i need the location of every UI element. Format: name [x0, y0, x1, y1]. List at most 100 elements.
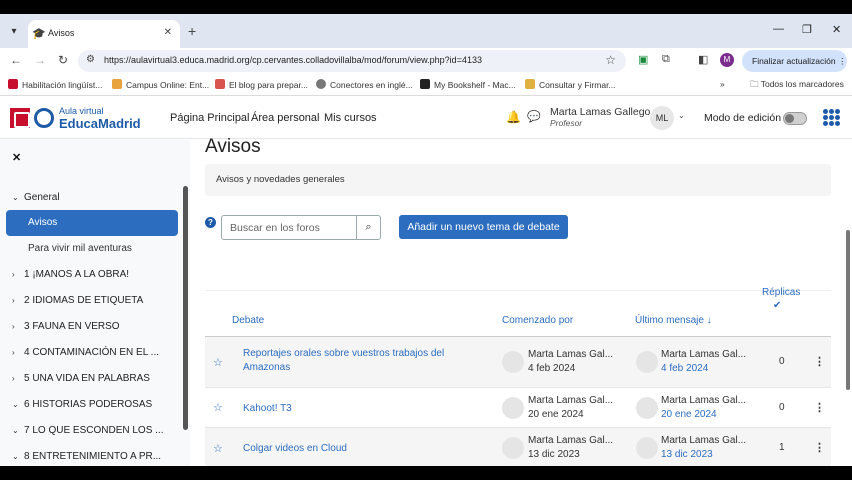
messages-chat-icon[interactable]: 💬 — [527, 110, 541, 123]
section-3[interactable]: › 3 FAUNA EN VERSO — [12, 321, 120, 332]
last-post-date[interactable]: 4 feb 2024 — [661, 363, 708, 374]
new-tab-button[interactable]: + — [188, 23, 196, 39]
restore-icon[interactable]: ❐ — [802, 23, 812, 36]
more-actions-icon[interactable]: ⋮ — [814, 355, 825, 368]
bookmark-item[interactable]: Consultar y Firmar... — [525, 79, 616, 90]
tab-title: Avisos — [48, 28, 75, 38]
nav-my-courses[interactable]: Mis cursos — [324, 112, 377, 124]
search-icon[interactable]: ⌕ — [356, 216, 380, 239]
user-name[interactable]: Marta Lamas Gallego — [550, 106, 650, 118]
tab-search-chevron-icon[interactable]: ▾ — [6, 24, 22, 40]
chevron-right-icon: › — [12, 348, 15, 357]
notifications-bell-icon[interactable]: 🔔 — [506, 110, 521, 124]
update-button[interactable]: Finalizar actualización ⋮ — [742, 50, 847, 72]
bookmark-label: Consultar y Firmar... — [539, 80, 616, 90]
extension-icon[interactable]: ▣ — [638, 53, 648, 66]
bookmark-label: El blog para prepar... — [229, 80, 308, 90]
star-icon[interactable]: ☆ — [213, 401, 223, 414]
add-discussion-button[interactable]: Añadir un nuevo tema de debate — [399, 215, 568, 239]
replies-count: 1 — [779, 442, 785, 453]
section-label: 3 FAUNA EN VERSO — [24, 321, 120, 332]
user-menu-chevron-icon[interactable]: ⌄ — [678, 111, 685, 120]
bookmark-label: Campus Online: Ent... — [126, 80, 210, 90]
section-label: 2 IDIOMAS DE ETIQUETA — [24, 295, 144, 306]
section-general[interactable]: ⌄ General — [12, 192, 60, 203]
close-tab-icon[interactable]: ✕ — [164, 27, 172, 38]
help-icon[interactable]: ? — [205, 217, 216, 228]
col-header-last-post[interactable]: Último mensaje ↓ — [635, 315, 712, 326]
section-label: 8 ENTRETENIMIENTO A PR... — [24, 451, 162, 462]
bookmark-item[interactable]: My Bookshelf - Mac... — [420, 79, 516, 90]
section-5[interactable]: › 5 UNA VIDA EN PALABRAS — [12, 373, 150, 384]
discussion-title[interactable]: Reportajes orales sobre vuestros trabajo… — [243, 347, 473, 375]
close-drawer-icon[interactable]: ✕ — [12, 151, 21, 164]
main-content: Avisos Avisos y novedades generales ? Bu… — [190, 136, 852, 466]
nav-dashboard[interactable]: Área personal — [251, 112, 320, 124]
discussion-title[interactable]: Colgar videos en Cloud — [243, 442, 473, 456]
page-scrollbar[interactable] — [846, 230, 850, 390]
last-post-date[interactable]: 13 dic 2023 — [661, 449, 713, 460]
address-bar[interactable]: ⚙ https://aulavirtual3.educa.madrid.org/… — [78, 50, 626, 72]
section-1[interactable]: › 1 ¡MANOS A LA OBRA! — [12, 269, 129, 280]
checkmark-icon: ✔ — [773, 300, 782, 311]
bookmark-label: My Bookshelf - Mac... — [434, 80, 516, 90]
community-madrid-logo[interactable] — [10, 108, 30, 128]
col-header-replies[interactable]: Réplicas — [762, 287, 800, 298]
replies-count: 0 — [779, 356, 785, 367]
forum-description-box: Avisos y novedades generales — [205, 164, 831, 196]
course-index-drawer: ✕ ⌄ General Avisos Para vivir mil aventur… — [0, 140, 190, 466]
bookmarks-bar: Habilitación lingüíst... Campus Online: … — [0, 74, 852, 96]
all-bookmarks-item[interactable]: 🗀 Todos los marcadores — [750, 79, 844, 93]
more-actions-icon[interactable]: ⋮ — [814, 401, 825, 414]
section-4[interactable]: › 4 CONTAMINACIÓN EN EL ... — [12, 347, 159, 358]
logo-subtitle: Aula virtual — [59, 106, 104, 116]
reload-icon[interactable]: ↻ — [58, 53, 68, 67]
section-2[interactable]: › 2 IDIOMAS DE ETIQUETA — [12, 295, 143, 306]
extensions-puzzle-icon[interactable]: ⧉ — [662, 53, 670, 66]
bookmark-favicon-icon — [112, 79, 122, 89]
close-window-icon[interactable]: ✕ — [832, 23, 841, 36]
search-input[interactable]: Buscar en los foros — [230, 222, 320, 234]
bookmark-star-icon[interactable]: ☆ — [605, 53, 616, 67]
avatar — [636, 437, 658, 459]
discussion-title[interactable]: Kahoot! T3 — [243, 402, 473, 416]
star-icon[interactable]: ☆ — [213, 442, 223, 455]
logo-title[interactable]: EducaMadrid — [59, 116, 141, 131]
last-post-date[interactable]: 20 ene 2024 — [661, 409, 717, 420]
all-bookmarks-label: Todos los marcadores — [760, 79, 844, 89]
start-date: 13 dic 2023 — [528, 449, 580, 460]
star-icon[interactable]: ☆ — [213, 356, 223, 369]
sidebar-item-para-vivir[interactable]: Para vivir mil aventuras — [28, 243, 132, 254]
bookmark-item[interactable]: Habilitación lingüíst... — [8, 79, 102, 90]
apps-grid-icon[interactable] — [823, 109, 840, 126]
more-actions-icon[interactable]: ⋮ — [814, 441, 825, 454]
user-avatar[interactable]: ML — [650, 106, 674, 130]
minimize-icon[interactable]: — — [773, 23, 784, 35]
table-row: ☆ Kahoot! T3 Marta Lamas Gal... 20 ene 2… — [205, 388, 831, 428]
profile-avatar[interactable]: M — [720, 53, 734, 67]
section-8[interactable]: ⌄ 8 ENTRETENIMIENTO A PR... — [12, 451, 161, 462]
forward-icon[interactable]: → — [34, 53, 46, 67]
bookmark-favicon-icon — [420, 79, 430, 89]
bookmark-item[interactable]: Conectores en inglé... — [316, 79, 413, 90]
edit-mode-toggle[interactable] — [783, 112, 807, 125]
page-title: Avisos — [205, 136, 261, 157]
more-bookmarks-button[interactable]: » — [720, 79, 725, 89]
table-row: ☆ Reportajes orales sobre vuestros traba… — [205, 337, 831, 388]
bookmark-item[interactable]: El blog para prepar... — [215, 79, 308, 90]
sidebar-scrollbar[interactable] — [183, 186, 188, 430]
bookmark-item[interactable]: Campus Online: Ent... — [112, 79, 209, 90]
tab-avisos[interactable]: 🎓 Avisos ✕ — [28, 20, 180, 48]
site-settings-icon[interactable]: ⚙ — [86, 54, 95, 65]
section-7[interactable]: ⌄ 7 LO QUE ESCONDEN LOS ... — [12, 425, 163, 436]
nav-home[interactable]: Página Principal — [170, 112, 250, 124]
col-header-debate[interactable]: Debate — [232, 315, 264, 326]
chevron-right-icon: › — [12, 270, 15, 279]
back-icon[interactable]: ← — [10, 53, 22, 67]
folder-icon: 🗀 — [750, 79, 761, 89]
col-header-started-by[interactable]: Comenzado por — [502, 315, 573, 326]
sidebar-item-avisos[interactable]: Avisos — [6, 210, 178, 236]
section-6[interactable]: ⌄ 6 HISTORIAS PODEROSAS — [12, 399, 152, 410]
side-panel-icon[interactable]: ◧ — [698, 53, 708, 66]
sort-arrow-down-icon: ↓ — [706, 315, 712, 326]
